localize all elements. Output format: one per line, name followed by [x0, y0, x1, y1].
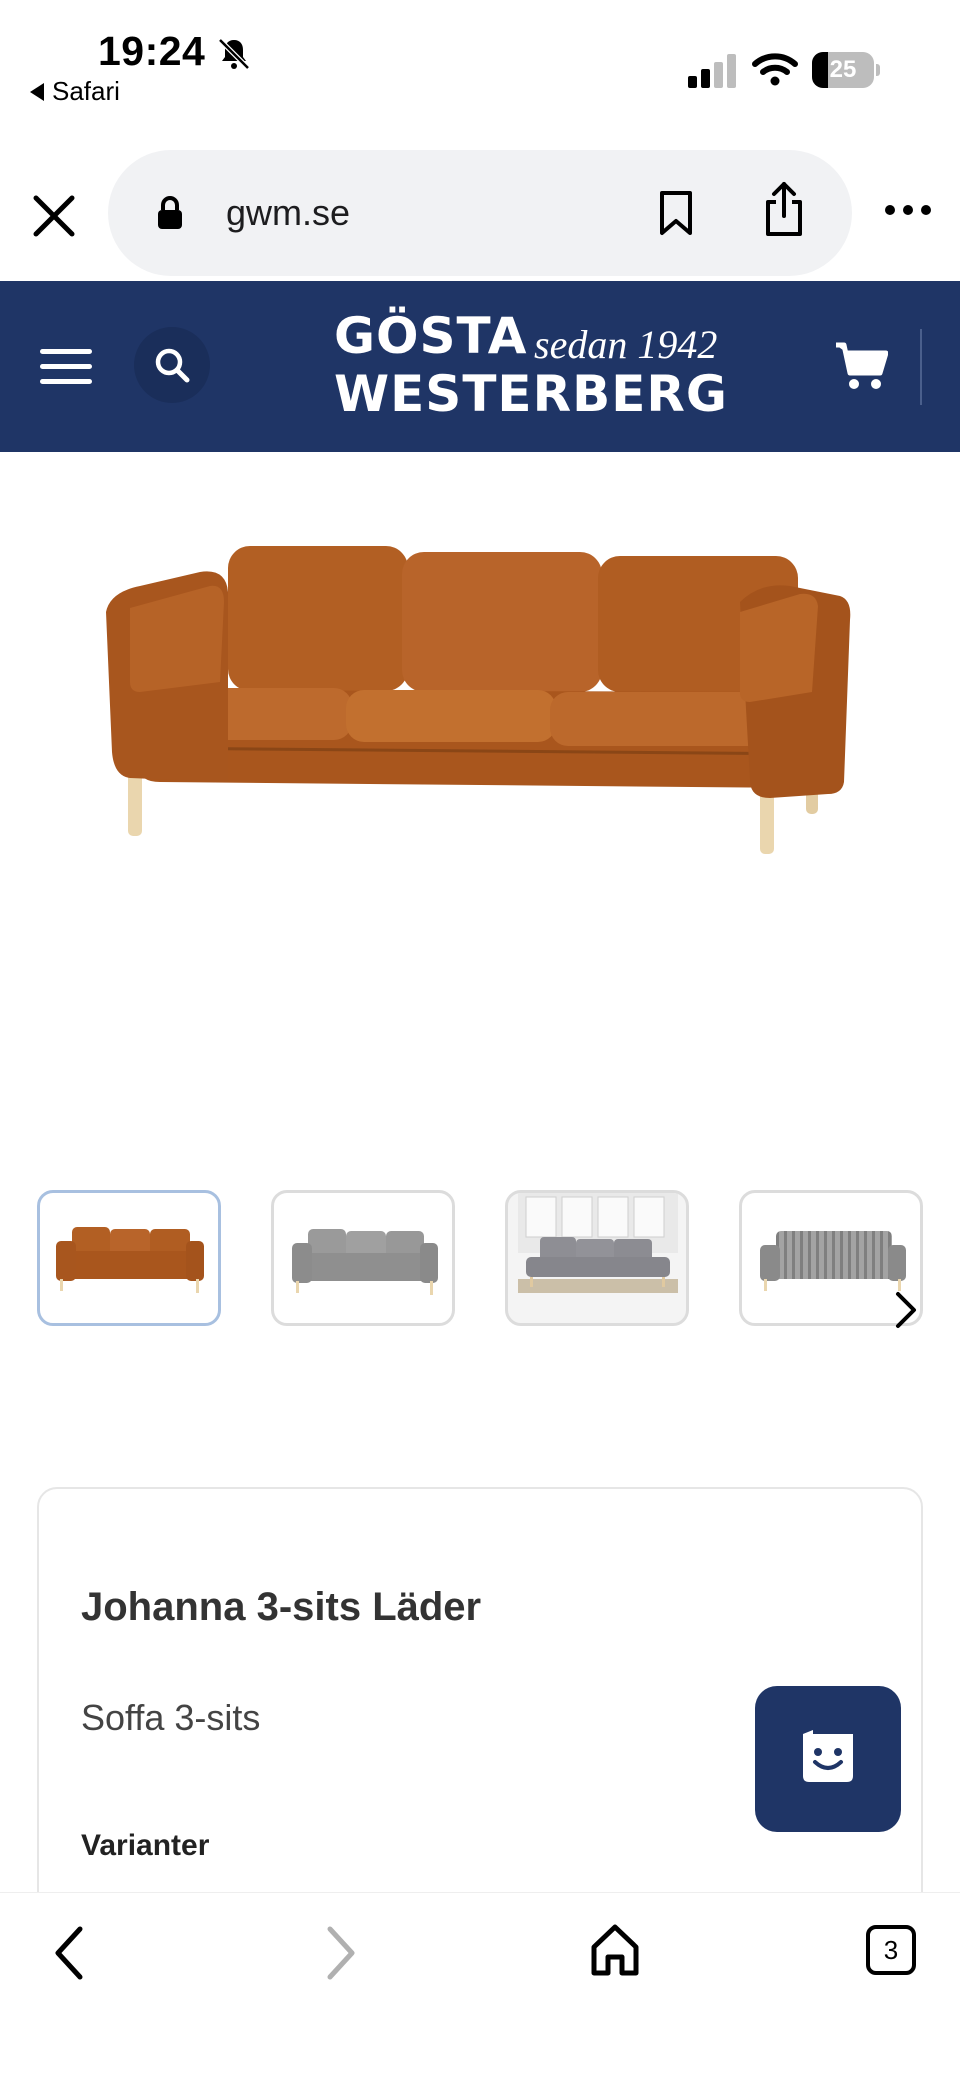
share-icon[interactable]	[762, 180, 806, 238]
more-icon[interactable]	[884, 202, 932, 218]
cart-icon[interactable]	[834, 341, 888, 391]
browser-bar: gwm.se	[0, 140, 960, 280]
thumbnail-sofa-grey-image	[292, 1229, 438, 1295]
back-to-app-link[interactable]: Safari	[30, 76, 120, 107]
logo-line2: WESTERBERG	[334, 365, 728, 423]
thumbnail-strip	[0, 1190, 960, 1330]
thumbnail-sofa-room-image	[518, 1193, 678, 1293]
battery-icon: 25	[812, 52, 880, 88]
cellular-signal-icon	[688, 54, 736, 88]
back-triangle-icon	[30, 82, 44, 101]
search-button[interactable]	[134, 327, 210, 403]
battery-level: 25	[829, 56, 857, 83]
site-logo[interactable]: GÖSTA sedan 1942 WESTERBERG	[334, 307, 727, 427]
site-header: GÖSTA sedan 1942 WESTERBERG	[0, 281, 960, 452]
product-subtitle: Soffa 3-sits	[81, 1697, 261, 1738]
battery-body: 25	[812, 52, 874, 88]
variants-label: Varianter	[81, 1829, 210, 1862]
product-main-image[interactable]	[0, 452, 960, 1132]
battery-nub	[876, 64, 880, 76]
thumbnail-3[interactable]	[505, 1190, 689, 1326]
back-icon[interactable]	[48, 1923, 88, 1983]
thumbnail-sofa-leather-image	[56, 1227, 204, 1293]
wifi-icon	[752, 53, 798, 86]
thumbnail-sofa-striped-image	[760, 1231, 906, 1291]
forward-icon[interactable]	[322, 1923, 362, 1983]
bookmark-icon[interactable]	[656, 190, 696, 236]
search-icon	[155, 348, 190, 383]
home-icon[interactable]	[590, 1923, 640, 1977]
tabs-button[interactable]: 3	[866, 1925, 916, 1975]
thumbnail-1[interactable]	[37, 1190, 221, 1326]
thumbnail-2[interactable]	[271, 1190, 455, 1326]
sofa-image	[106, 546, 851, 854]
menu-icon[interactable]	[40, 349, 92, 385]
logo-line1: GÖSTA	[334, 307, 528, 365]
url-text: gwm.se	[226, 192, 351, 233]
browser-toolbar: 3	[0, 1892, 960, 2081]
status-time: 19:24	[98, 28, 206, 74]
bell-slash-icon	[218, 38, 250, 70]
logo-tagline: sedan 1942	[534, 322, 718, 367]
lock-icon	[158, 196, 182, 229]
address-bar[interactable]: gwm.se	[108, 150, 852, 276]
status-bar: 19:24 Safari 25	[0, 0, 960, 120]
chat-button[interactable]	[755, 1686, 901, 1832]
product-title: Johanna 3-sits Läder	[81, 1585, 482, 1629]
chat-smile-icon	[803, 1730, 853, 1782]
header-divider	[920, 329, 922, 405]
close-icon[interactable]	[30, 192, 78, 240]
back-app-label: Safari	[52, 76, 120, 106]
chevron-right-icon[interactable]	[890, 1290, 920, 1330]
